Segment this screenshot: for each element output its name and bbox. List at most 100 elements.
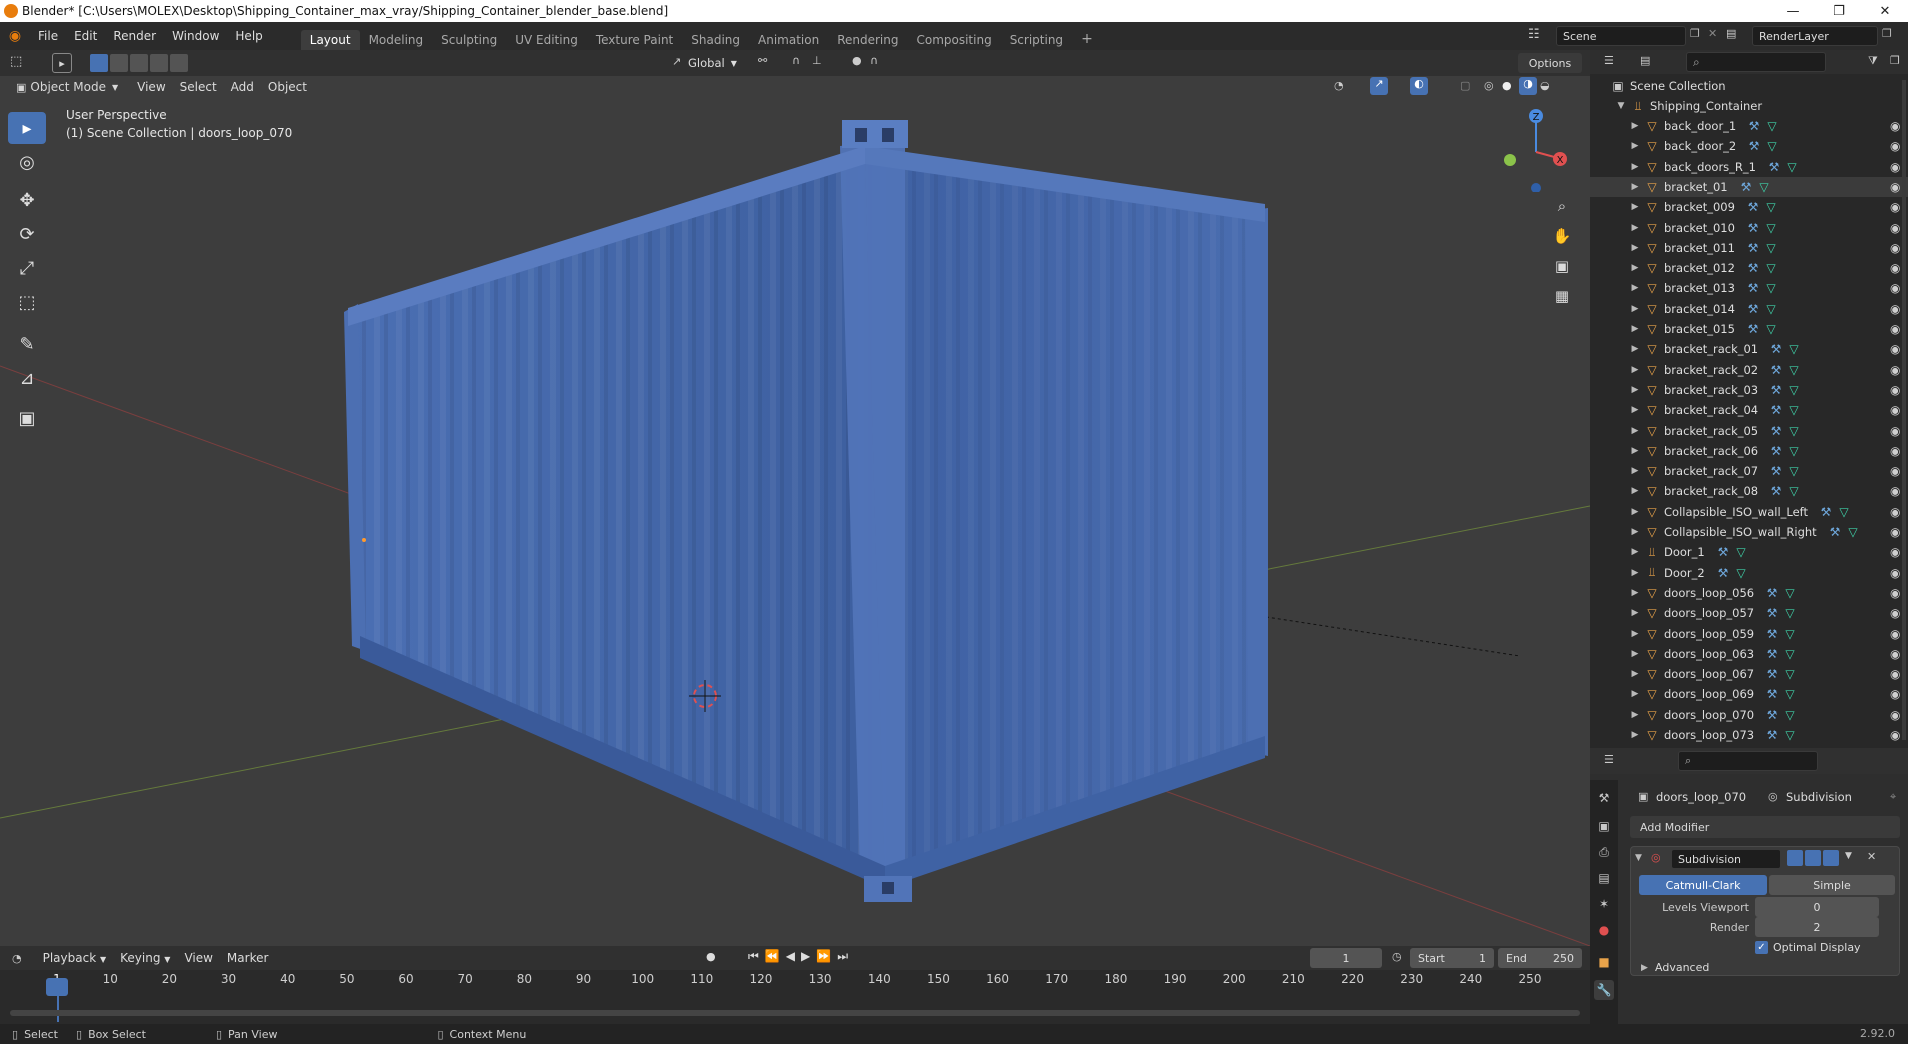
visibility-eye-icon[interactable]: ◉ — [1890, 647, 1900, 661]
mesh-data-icon[interactable]: ▽ — [1763, 260, 1779, 276]
display-mode-icon[interactable]: ▤ — [1640, 54, 1650, 67]
visibility-eye-icon[interactable]: ◉ — [1890, 342, 1900, 356]
modifier-wrench-icon[interactable]: ⚒ — [1764, 666, 1780, 682]
camera-icon[interactable]: ▣ — [1548, 252, 1576, 280]
visibility-eye-icon[interactable]: ◉ — [1890, 241, 1900, 255]
chevron-down-icon[interactable]: ▼ — [1845, 851, 1852, 861]
outliner-item[interactable]: ▶ ▽ doors_loop_056 ⚒ ▽ ◉ — [1590, 583, 1908, 603]
modifier-wrench-icon[interactable]: ⚒ — [1764, 707, 1780, 723]
chevron-right-icon[interactable]: ▶ — [1630, 121, 1640, 131]
chevron-right-icon[interactable]: ▶ — [1630, 669, 1640, 679]
modifier-wrench-icon[interactable]: ⚒ — [1818, 504, 1834, 520]
tab-layout[interactable]: Layout — [300, 30, 360, 50]
outliner-item[interactable]: ▶ ▽ doors_loop_070 ⚒ ▽ ◉ — [1590, 705, 1908, 725]
render-toggle-icon[interactable] — [1823, 850, 1839, 866]
visibility-eye-icon[interactable]: ◉ — [1890, 322, 1900, 336]
outliner-item[interactable]: ▶ ▽ bracket_014 ⚒ ▽ ◉ — [1590, 299, 1908, 319]
tab-modeling[interactable]: Modeling — [360, 30, 433, 50]
mesh-data-icon[interactable]: ▽ — [1786, 443, 1802, 459]
close-icon[interactable]: ✕ — [1867, 850, 1876, 863]
scene-tab-icon[interactable]: ✶ — [1594, 894, 1614, 914]
maximize-button[interactable]: ❐ — [1816, 0, 1862, 22]
outliner-item[interactable]: ▶ ▽ doors_loop_057 ⚒ ▽ ◉ — [1590, 603, 1908, 623]
mesh-data-icon[interactable]: ▽ — [1763, 199, 1779, 215]
mesh-data-icon[interactable]: ▽ — [1782, 707, 1798, 723]
outliner-item[interactable]: ▶ ▽ Collapsible_ISO_wall_Left ⚒ ▽ ◉ — [1590, 502, 1908, 522]
chevron-down-icon[interactable]: ▼ — [1635, 853, 1642, 863]
modifier-wrench-icon[interactable]: ⚒ — [1764, 585, 1780, 601]
visibility-eye-icon[interactable]: ◉ — [1890, 667, 1900, 681]
outliner-item[interactable]: ▶ ▽ bracket_rack_02 ⚒ ▽ ◉ — [1590, 360, 1908, 380]
viewport-toggle-icon[interactable] — [1805, 850, 1821, 866]
annotate-tool[interactable]: ✎ — [8, 328, 46, 360]
chevron-right-icon[interactable]: ▶ — [1630, 466, 1640, 476]
modifier-wrench-icon[interactable]: ⚒ — [1768, 423, 1784, 439]
mesh-data-icon[interactable]: ▽ — [1786, 463, 1802, 479]
simple-button[interactable]: Simple — [1769, 875, 1895, 895]
3d-viewport[interactable]: ▣ Object Mode ▼ View Select Add Object ◔… — [0, 76, 1590, 946]
render-levels-field[interactable]: 2 — [1755, 917, 1879, 937]
visibility-eye-icon[interactable]: ◉ — [1890, 281, 1900, 295]
ortho-grid-icon[interactable]: ▦ — [1548, 282, 1576, 310]
tab-rendering[interactable]: Rendering — [828, 30, 907, 50]
render-layer-icon[interactable]: ▤ — [1726, 27, 1736, 40]
outliner-item[interactable]: ▶ ⫫ Door_1 ⚒ ▽ ◉ — [1590, 542, 1908, 562]
add-cube-tool[interactable]: ▣ — [8, 402, 46, 434]
modifier-wrench-icon[interactable]: ⚒ — [1764, 646, 1780, 662]
tool-tab-icon[interactable]: ⚒ — [1594, 788, 1614, 808]
visibility-eye-icon[interactable]: ◉ — [1890, 383, 1900, 397]
mesh-data-icon[interactable]: ▽ — [1782, 646, 1798, 662]
mesh-data-icon[interactable]: ▽ — [1782, 686, 1798, 702]
mesh-data-icon[interactable]: ▽ — [1764, 138, 1780, 154]
chevron-right-icon[interactable]: ▶ — [1630, 547, 1640, 557]
chevron-right-icon[interactable]: ▶ — [1630, 283, 1640, 293]
chevron-right-icon[interactable]: ▶ — [1630, 426, 1640, 436]
visibility-eye-icon[interactable]: ◉ — [1890, 261, 1900, 275]
select-subtract-icon[interactable] — [130, 54, 148, 72]
new-render-layer-icon[interactable]: ❐ — [1882, 27, 1892, 40]
pan-hand-icon[interactable]: ✋ — [1548, 222, 1576, 250]
gizmo-y-axis[interactable] — [1504, 154, 1516, 166]
outliner-scene-collection[interactable]: ▣ Scene Collection — [1590, 76, 1908, 96]
outliner-item[interactable]: ▶ ▽ bracket_013 ⚒ ▽ ◉ — [1590, 278, 1908, 298]
chevron-right-icon[interactable]: ▶ — [1630, 527, 1640, 537]
chevron-right-icon[interactable]: ▶ — [1630, 507, 1640, 517]
options-dropdown[interactable]: Options — [1518, 53, 1582, 73]
chevron-right-icon[interactable]: ▶ — [1630, 385, 1640, 395]
chevron-right-icon[interactable]: ▶ — [1630, 263, 1640, 273]
outliner-item[interactable]: ▶ ▽ bracket_rack_03 ⚒ ▽ ◉ — [1590, 380, 1908, 400]
outliner-scrollbar[interactable] — [1902, 80, 1906, 740]
chevron-right-icon[interactable]: ▶ — [1630, 608, 1640, 618]
mesh-data-icon[interactable]: ▽ — [1786, 362, 1802, 378]
mesh-data-icon[interactable]: ▽ — [1733, 565, 1749, 581]
tab-compositing[interactable]: Compositing — [907, 30, 1000, 50]
modifier-wrench-icon[interactable]: ⚒ — [1764, 727, 1780, 743]
chevron-right-icon[interactable]: ▶ — [1630, 446, 1640, 456]
mesh-data-icon[interactable]: ▽ — [1764, 118, 1780, 134]
outliner-item[interactable]: ▶ ▽ bracket_009 ⚒ ▽ ◉ — [1590, 197, 1908, 217]
visibility-eye-icon[interactable]: ◉ — [1890, 363, 1900, 377]
visibility-eye-icon[interactable]: ◉ — [1890, 586, 1900, 600]
levels-viewport-field[interactable]: 0 — [1755, 897, 1879, 917]
menu-edit[interactable]: Edit — [66, 29, 105, 43]
chevron-right-icon[interactable]: ▶ — [1630, 182, 1640, 192]
tab-texture-paint[interactable]: Texture Paint — [587, 30, 682, 50]
modifier-wrench-icon[interactable]: ⚒ — [1745, 199, 1761, 215]
modifier-wrench-icon[interactable]: ⚒ — [1827, 524, 1843, 540]
view-layer-tab-icon[interactable]: ▤ — [1594, 868, 1614, 888]
chevron-down-icon[interactable]: ▼ — [1616, 101, 1626, 111]
outliner-item[interactable]: ▶ ▽ back_door_2 ⚒ ▽ ◉ — [1590, 136, 1908, 156]
outliner-item[interactable]: ▶ ⫫ Door_2 ⚒ ▽ ◉ — [1590, 563, 1908, 583]
modifier-wrench-icon[interactable]: ⚒ — [1766, 159, 1782, 175]
outliner-item[interactable]: ▶ ▽ bracket_rack_06 ⚒ ▽ ◉ — [1590, 441, 1908, 461]
optimal-display-checkbox[interactable]: ✓ — [1755, 941, 1768, 954]
chevron-right-icon[interactable]: ▶ — [1630, 486, 1640, 496]
select-extend-icon[interactable] — [110, 54, 128, 72]
chevron-right-icon[interactable]: ▶ — [1630, 710, 1640, 720]
new-collection-icon[interactable]: ❐ — [1890, 54, 1900, 67]
output-tab-icon[interactable]: ⎙ — [1594, 842, 1614, 862]
tab-scripting[interactable]: Scripting — [1001, 30, 1072, 50]
mesh-data-icon[interactable]: ▽ — [1763, 301, 1779, 317]
chevron-right-icon[interactable]: ▶ — [1630, 629, 1640, 639]
tab-sculpting[interactable]: Sculpting — [432, 30, 506, 50]
